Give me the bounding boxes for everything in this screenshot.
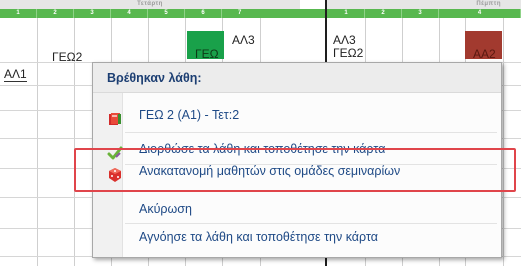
lesson-cell-selected[interactable]: ΓΕΩ	[187, 31, 224, 61]
period-header: 3	[74, 9, 111, 18]
menu-item-redistribute-students[interactable]: Ανακατανομή μαθητών στις ομάδες σεμιναρί…	[93, 156, 501, 186]
menu-item-error-lesson[interactable]: ΓΕΩ 2 (Α1) - Τετ:2	[93, 100, 501, 130]
red-dice-icon	[107, 164, 123, 182]
period-header: 7	[222, 9, 326, 18]
lesson-cell-label: ΑΑ2	[473, 47, 496, 61]
menu-item-label: Ακύρωση	[139, 202, 192, 216]
lesson-cell-conflict[interactable]: ΑΑ2	[465, 31, 502, 61]
lesson-cell[interactable]: ΑΛ3	[232, 33, 255, 47]
menu-item-label: ΓΕΩ 2 (Α1) - Τετ:2	[139, 108, 240, 122]
lesson-cell[interactable]: ΓΕΩ2	[333, 46, 363, 60]
lesson-cell[interactable]: ΑΛ1	[4, 68, 27, 82]
menu-title: Βρέθηκαν λάθη:	[93, 63, 501, 93]
period-header: 4	[111, 9, 148, 18]
period-header: 6	[185, 9, 222, 18]
period-header: 3	[402, 9, 439, 18]
period-header: 1	[0, 9, 37, 18]
period-header: 1	[328, 9, 365, 18]
lesson-cell-label: ΓΕΩ	[195, 47, 219, 61]
menu-item-label: Αγνόησε τα λάθη και τοποθέτησε την κάρτα	[139, 230, 378, 244]
menu-item-ignore-errors[interactable]: Αγνόησε τα λάθη και τοποθέτησε την κάρτα	[93, 222, 501, 252]
menu-item-cancel[interactable]: Ακύρωση	[93, 194, 501, 224]
error-context-menu: Βρέθηκαν λάθη: ΓΕΩ 2 (Α1) - Τετ:2 Διορθώ…	[92, 62, 502, 258]
lesson-cell[interactable]: ΑΛ3	[333, 33, 356, 47]
period-header: 2	[365, 9, 402, 18]
period-header: 5	[148, 9, 185, 18]
lesson-cell[interactable]: ΓΕΩ2	[52, 50, 82, 64]
period-header: 2	[37, 9, 74, 18]
menu-item-label: Ανακατανομή μαθητών στις ομάδες σεμιναρί…	[139, 164, 401, 178]
period-header: 4	[439, 9, 521, 18]
day-header-thursday: Πέμπτη	[326, 0, 521, 9]
day-header-wednesday: Τετάρτη	[0, 0, 300, 9]
red-book-icon	[107, 108, 123, 125]
